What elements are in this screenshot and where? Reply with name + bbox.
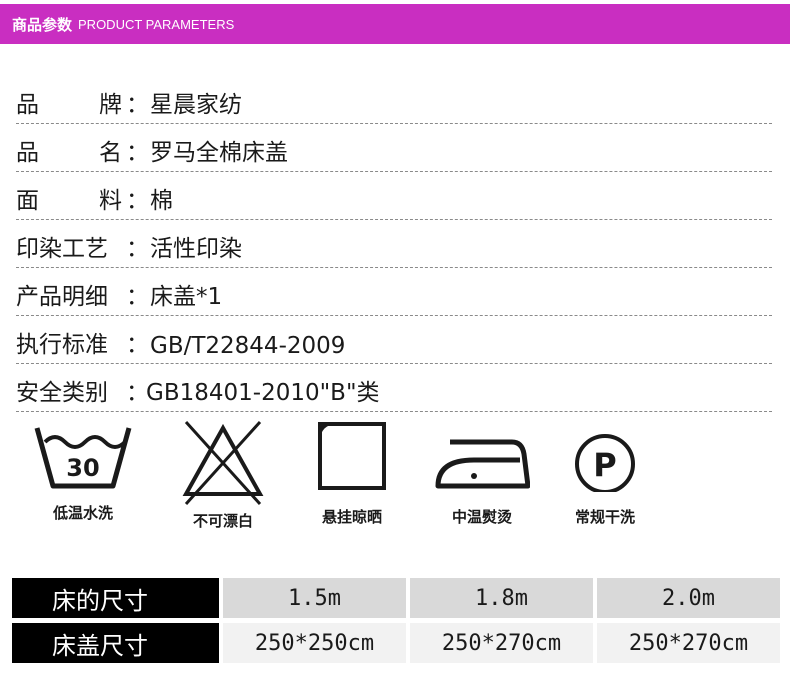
no-bleach-icon: [182, 420, 264, 506]
section-title-cn: 商品参数: [12, 15, 73, 34]
care-item-iron: 中温熨烫: [422, 420, 542, 527]
param-row-name: 品名 ： 罗马全棉床盖: [16, 124, 772, 172]
param-value: 罗马全棉床盖: [150, 140, 288, 166]
care-item-wash: 30 低温水洗: [23, 420, 143, 523]
param-value: 棉: [150, 188, 173, 214]
param-label: 印染工艺: [16, 236, 108, 262]
care-label: 中温熨烫: [451, 508, 512, 526]
dry-clean-p-icon: P: [575, 434, 635, 492]
svg-text:30: 30: [66, 454, 99, 482]
care-instructions: 30 低温水洗 不可漂白 悬挂晾晒 中温熨烫 P 常规干洗: [0, 420, 790, 550]
care-label: 常规干洗: [574, 508, 635, 526]
size-table: 床的尺寸 1.5m 1.8m 2.0m 床盖尺寸 250*250cm 250*2…: [12, 578, 780, 668]
param-value: GB18401-2010"B"类: [146, 380, 380, 406]
param-label: 品名: [16, 140, 122, 166]
param-row-standard: 执行标准 ： GB/T22844-2009: [16, 316, 772, 364]
param-row-fabric: 面料 ： 棉: [16, 172, 772, 220]
product-parameters: 品牌 ： 星晨家纺 品名 ： 罗马全棉床盖 面料 ： 棉 印染工艺 ： 活性印染…: [16, 76, 772, 412]
cover-size-row: 床盖尺寸 250*250cm 250*270cm 250*270cm: [12, 623, 780, 663]
cover-size-cell: 250*270cm: [597, 623, 780, 663]
cover-size-cell: 250*270cm: [410, 623, 593, 663]
svg-text:P: P: [593, 446, 616, 484]
hang-dry-icon: [318, 422, 386, 490]
care-label: 不可漂白: [192, 512, 253, 530]
bed-size-cell: 1.8m: [410, 578, 593, 618]
wash-30-icon: 30: [34, 427, 132, 489]
param-label: 执行标准: [16, 332, 108, 358]
param-value: 床盖*1: [150, 284, 223, 310]
param-label: 产品明细: [16, 284, 108, 310]
cover-size-header: 床盖尺寸: [12, 623, 219, 663]
care-item-dry: 悬挂晾晒: [292, 420, 412, 527]
param-label: 品牌: [16, 92, 122, 118]
care-item-dryclean: P 常规干洗: [545, 420, 665, 527]
iron-medium-icon: [435, 439, 530, 489]
param-value: GB/T22844-2009: [150, 333, 346, 359]
cover-size-cell: 250*250cm: [223, 623, 406, 663]
param-row-brand: 品牌 ： 星晨家纺: [16, 76, 772, 124]
param-row-dyeing: 印染工艺 ： 活性印染: [16, 220, 772, 268]
param-label: 面料: [16, 188, 122, 214]
bed-size-row: 床的尺寸 1.5m 1.8m 2.0m: [12, 578, 780, 618]
care-item-bleach: 不可漂白: [163, 420, 283, 531]
care-label: 悬挂晾晒: [321, 508, 382, 526]
param-row-details: 产品明细 ： 床盖*1: [16, 268, 772, 316]
section-header: 商品参数 PRODUCT PARAMETERS: [0, 4, 790, 44]
param-value: 活性印染: [150, 236, 242, 262]
param-label: 安全类别: [16, 380, 108, 406]
section-title-en: PRODUCT PARAMETERS: [78, 16, 235, 32]
bed-size-cell: 1.5m: [223, 578, 406, 618]
care-label: 低温水洗: [52, 504, 113, 522]
bed-size-cell: 2.0m: [597, 578, 780, 618]
param-value: 星晨家纺: [150, 92, 242, 118]
param-row-safety: 安全类别 ： GB18401-2010"B"类: [16, 364, 772, 412]
bed-size-header: 床的尺寸: [12, 578, 219, 618]
